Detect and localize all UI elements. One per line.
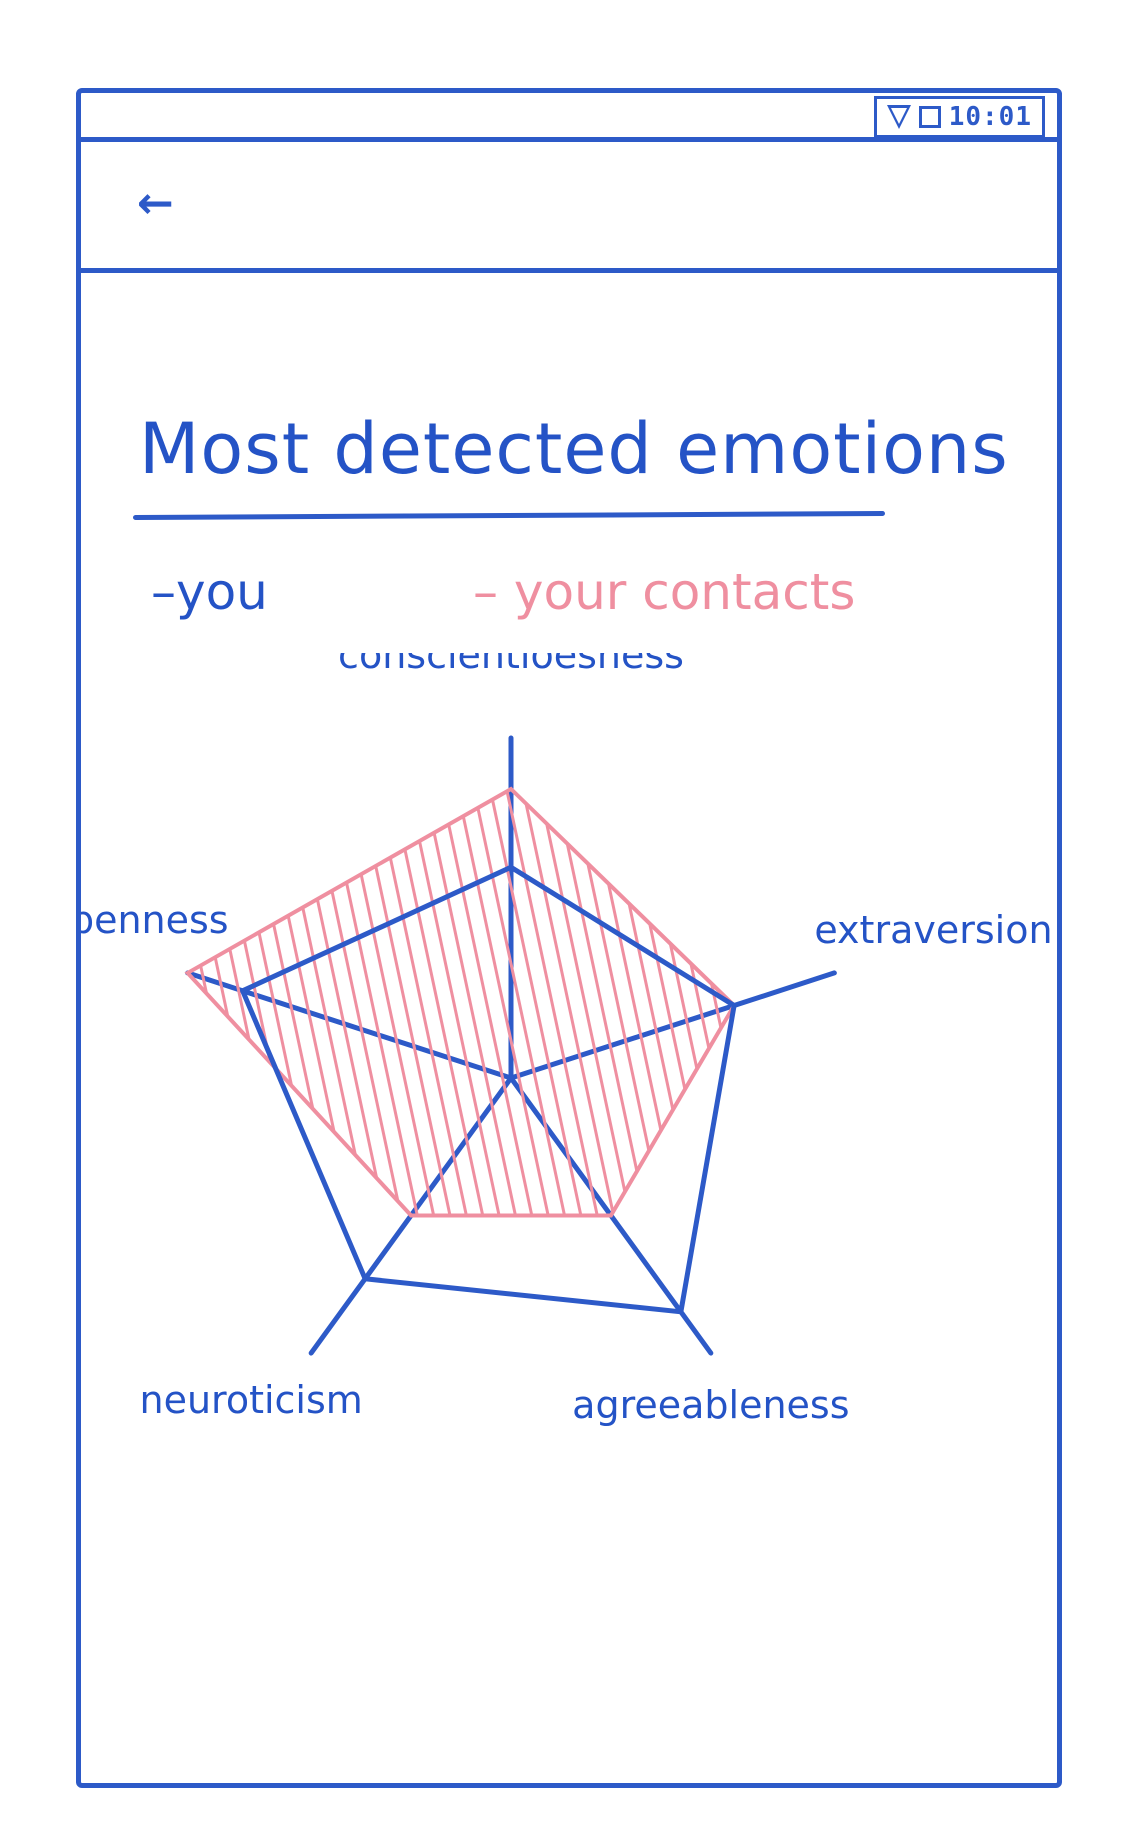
- series-contacts-polygon: [184, 786, 737, 1218]
- phone-frame: 10:01 ← Most detected emotions –you – yo…: [76, 88, 1062, 1788]
- axis-label-extraversion: extraversion: [814, 908, 1052, 952]
- radar-chart: conscientioesness extraversion agreeablene…: [81, 653, 1053, 1427]
- title-underline: [132, 511, 886, 520]
- axis-label-openness: openness: [81, 898, 229, 942]
- back-arrow-icon: ←: [137, 178, 174, 229]
- wifi-icon: [886, 105, 911, 129]
- axis-label-neuroticism: neuroticism: [139, 1378, 362, 1422]
- status-bar: 10:01: [81, 93, 1057, 142]
- status-cluster: 10:01: [873, 96, 1045, 138]
- axis-label-agreeableness: agreeableness: [572, 1383, 849, 1427]
- axis-label-conscientiousness: conscientioesness: [338, 653, 684, 677]
- legend-you: –you: [151, 563, 268, 621]
- status-time: 10:01: [948, 102, 1032, 132]
- back-button[interactable]: ←: [137, 178, 193, 230]
- legend-contacts: – your contacts: [473, 563, 856, 621]
- battery-icon: [918, 106, 941, 128]
- content-area: Most detected emotions –you – your conta…: [81, 273, 1057, 1783]
- app-bar: ←: [81, 142, 1057, 273]
- page-title: Most detected emotions: [139, 408, 1009, 490]
